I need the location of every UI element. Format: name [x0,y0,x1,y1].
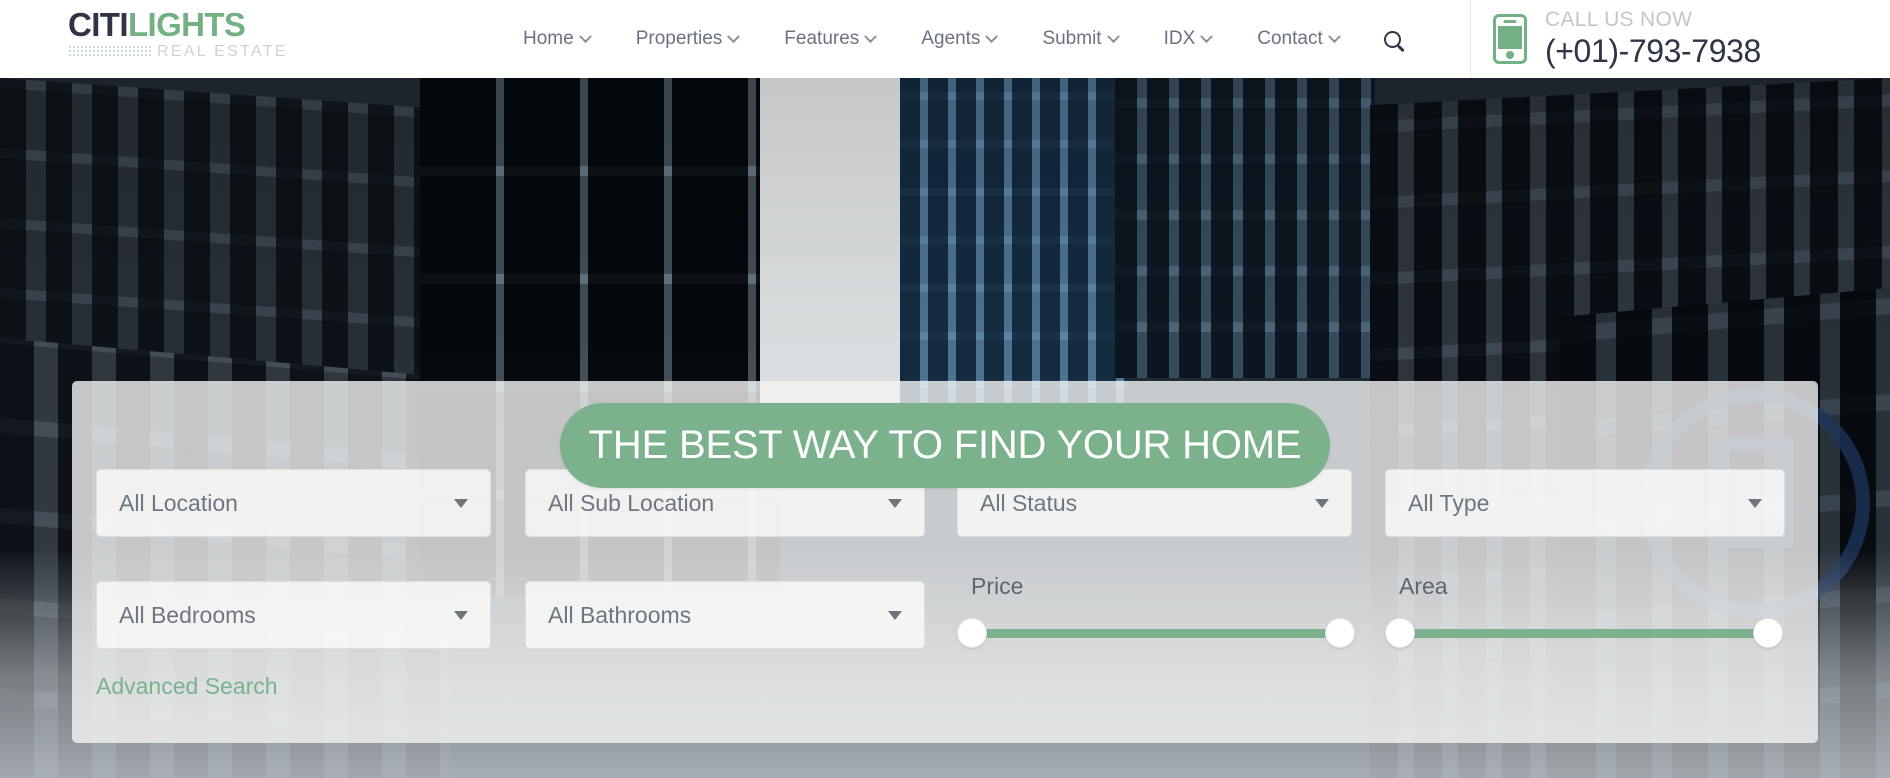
select-all-type[interactable]: All Type [1385,469,1785,537]
dropdown-arrow-icon [888,610,902,620]
advanced-search-link[interactable]: Advanced Search [96,673,278,700]
select-all-bedrooms-value: All Bedrooms [119,601,256,628]
area-slider-group: Area [1385,573,1783,648]
nav-label-properties: Properties [635,28,723,49]
nav-item-properties[interactable]: Properties [613,0,762,78]
dropdown-arrow-icon [1748,498,1762,508]
nav-label-idx: IDX [1163,28,1196,49]
hero-section: All Location All Sub Location All Status… [0,78,1890,778]
select-all-bedrooms[interactable]: All Bedrooms [96,581,491,649]
select-all-type-value: All Type [1408,489,1490,516]
header-search-button[interactable] [1362,0,1423,78]
main-navigation: Home Properties Features Agents Submit I… [500,0,1423,78]
chevron-down-icon [985,29,999,43]
search-icon [1383,30,1401,48]
call-us-block[interactable]: CALL US NOW (+01)-793-7938 [1470,0,1890,78]
chevron-down-icon [727,29,741,43]
phone-screen [1498,26,1522,49]
nav-item-agents[interactable]: Agents [898,0,1019,78]
halftone-dots-icon [68,45,152,58]
area-slider[interactable] [1385,618,1783,648]
logo-wordmark: CITILIGHTS [68,8,298,42]
nav-label-contact: Contact [1257,28,1323,49]
dropdown-arrow-icon [888,498,902,508]
nav-label-agents: Agents [921,28,981,49]
price-slider-handle-max[interactable] [1325,618,1355,648]
select-all-sub-location-value: All Sub Location [548,489,715,516]
logo-text-lights: LIGHTS [127,6,246,43]
area-slider-track[interactable] [1397,629,1771,638]
nav-label-submit: Submit [1042,28,1102,49]
site-header: CITILIGHTS REAL ESTATE Home Properties F… [0,0,1890,78]
price-slider-group: Price [957,573,1355,648]
chevron-down-icon [864,29,878,43]
nav-item-submit[interactable]: Submit [1019,0,1140,78]
nav-item-contact[interactable]: Contact [1234,0,1361,78]
chevron-down-icon [578,29,592,43]
nav-item-home[interactable]: Home [500,0,613,78]
dropdown-arrow-icon [1315,498,1329,508]
nav-label-features: Features [784,28,860,49]
area-slider-handle-min[interactable] [1385,618,1415,648]
nav-item-features[interactable]: Features [761,0,898,78]
call-us-label: CALL US NOW [1545,8,1693,31]
call-text-group: CALL US NOW (+01)-793-7938 [1545,8,1761,70]
logo-subtitle: REAL ESTATE [157,42,288,60]
logo-text-citi: CITI [68,6,129,43]
chevron-down-icon [1106,29,1120,43]
chevron-down-icon [1200,29,1214,43]
area-slider-handle-max[interactable] [1753,618,1783,648]
hero-banner-text: THE BEST WAY TO FIND YOUR HOME [588,423,1302,467]
price-slider[interactable] [957,618,1355,648]
logo-subtitle-row: REAL ESTATE [68,43,298,60]
price-slider-label: Price [971,573,1024,599]
dropdown-arrow-icon [454,610,468,620]
select-all-status-value: All Status [980,489,1078,516]
site-logo[interactable]: CITILIGHTS REAL ESTATE [68,8,298,60]
dropdown-arrow-icon [454,498,468,508]
mobile-phone-icon [1493,14,1527,64]
select-all-location[interactable]: All Location [96,469,491,537]
select-all-bathrooms-value: All Bathrooms [548,601,692,628]
hero-banner: THE BEST WAY TO FIND YOUR HOME [560,403,1330,488]
area-slider-label: Area [1399,573,1448,599]
price-slider-handle-min[interactable] [957,618,987,648]
price-slider-track[interactable] [969,629,1343,638]
select-all-location-value: All Location [119,489,238,516]
chevron-down-icon [1327,29,1341,43]
nav-item-idx[interactable]: IDX [1141,0,1235,78]
select-all-bathrooms[interactable]: All Bathrooms [525,581,925,649]
nav-label-home: Home [523,28,574,49]
call-us-number[interactable]: (+01)-793-7938 [1545,32,1761,70]
